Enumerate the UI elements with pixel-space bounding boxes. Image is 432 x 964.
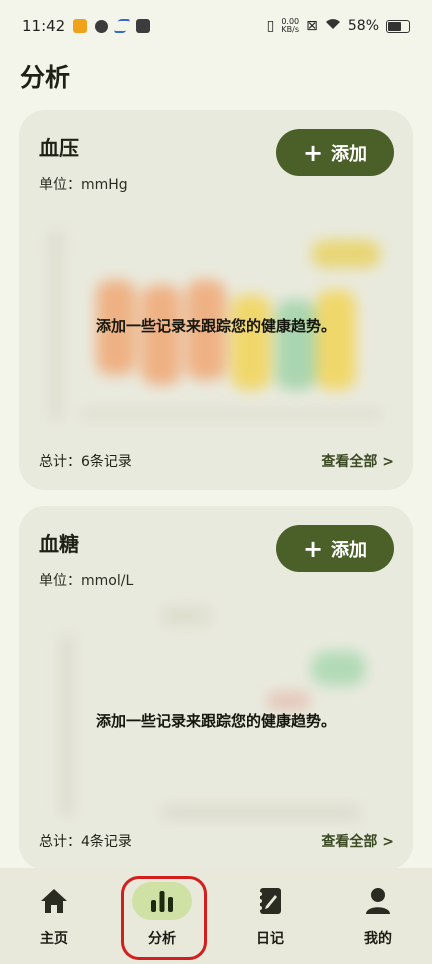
card-unit: 单位：mmHg: [39, 177, 128, 193]
bar-chart-icon: [132, 882, 192, 920]
add-blood-pressure-button[interactable]: + 添加: [276, 129, 394, 176]
wifi-icon: [325, 18, 341, 34]
plus-icon: +: [302, 534, 324, 563]
vibrate-icon: ▯: [266, 18, 275, 34]
nav-label: 日记: [256, 931, 284, 947]
empty-state-message: 添加一些记录来跟踪您的健康趋势。: [95, 317, 336, 335]
nav-item-profile[interactable]: 我的: [324, 868, 432, 948]
nav-item-analysis[interactable]: 分析: [108, 868, 216, 948]
battery-percent: 58%: [347, 18, 379, 34]
nav-label: 我的: [364, 931, 392, 947]
add-button-label: 添加: [331, 539, 368, 561]
card-unit: 单位：mmol/L: [39, 573, 134, 589]
record-total: 总计：4条记录: [39, 834, 132, 850]
status-left: 11:42: [22, 17, 151, 35]
battery-icon: [386, 19, 410, 33]
card-title: 血糖: [39, 532, 79, 556]
battery-fill: [388, 21, 401, 31]
page-title: 分析: [20, 63, 71, 92]
blood-sugar-card[interactable]: 血糖 单位：mmol/L + 添加 添加一些记录来跟踪您的健康趋势。 总计：4条…: [19, 506, 413, 870]
no-sim-icon: ⊠: [306, 18, 318, 34]
nav-item-home[interactable]: 主页: [0, 868, 108, 948]
add-blood-sugar-button[interactable]: + 添加: [276, 525, 394, 572]
net-speed-unit: KB/s: [281, 25, 300, 34]
net-speed: 0.00 KB/s: [281, 18, 299, 34]
record-total: 总计：6条记录: [39, 454, 132, 470]
status-right: ▯ 0.00 KB/s ⊠ 58%: [267, 18, 410, 34]
home-icon: [24, 882, 84, 920]
person-icon: [348, 882, 408, 920]
app-notification-icon: [95, 19, 109, 33]
bottom-navigation: 主页 分析 日记 我的: [0, 868, 432, 964]
blood-pressure-card[interactable]: 血压 单位：mmHg + 添加 添加一些记录来跟踪您的健康趋势。 总计：6条记录…: [19, 110, 413, 490]
video-call-icon: [73, 19, 88, 33]
status-bar: 11:42 ▯ 0.00 KB/s ⊠ 58%: [0, 0, 432, 52]
app-logo-icon: [113, 19, 131, 33]
nav-item-diary[interactable]: 日记: [216, 868, 324, 948]
diary-icon: [240, 882, 300, 920]
nav-label: 主页: [40, 931, 68, 947]
view-all-link[interactable]: 查看全部 >: [321, 831, 394, 851]
mail-notification-icon: [136, 19, 151, 33]
view-all-link[interactable]: 查看全部 >: [321, 451, 394, 471]
card-title: 血压: [39, 136, 79, 160]
nav-label: 分析: [148, 931, 176, 947]
plus-icon: +: [302, 138, 324, 167]
status-time: 11:42: [22, 17, 66, 35]
add-button-label: 添加: [331, 143, 368, 165]
empty-state-message: 添加一些记录来跟踪您的健康趋势。: [95, 712, 336, 730]
